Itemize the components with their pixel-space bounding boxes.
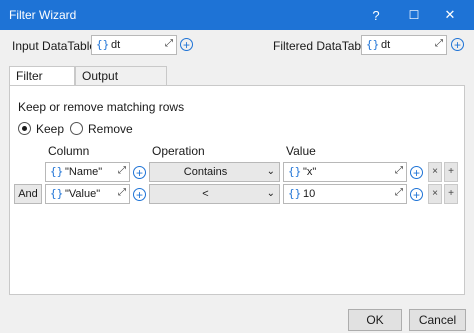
window-title: Filter Wizard (9, 8, 77, 22)
input-datatable-value: dt (111, 39, 121, 51)
row2-operation-value: < (202, 188, 209, 200)
remove-row-button[interactable]: × (428, 162, 442, 182)
row2-column-field[interactable]: {} "Value" ⤢ (45, 184, 130, 204)
expression-icon: {} (288, 187, 302, 200)
filtered-datatable-field[interactable]: {} dt ⤢ (361, 35, 447, 55)
expand-icon[interactable]: ⤢ (395, 187, 403, 198)
expand-icon[interactable]: ⤢ (435, 38, 443, 49)
expand-icon[interactable]: ⤢ (118, 187, 126, 198)
keep-radio[interactable] (18, 122, 31, 135)
mode-label: Keep or remove matching rows (18, 100, 185, 114)
column-header: Column (48, 144, 90, 158)
add-variable-icon[interactable]: + (410, 188, 423, 201)
row1-value-field[interactable]: {} "x" ⤢ (283, 162, 407, 182)
row1-column-value: "Name" (65, 166, 103, 178)
title-bar: Filter Wizard ? ☐ ✕ (0, 0, 474, 30)
add-variable-icon[interactable]: + (133, 166, 146, 179)
add-variable-icon[interactable]: + (410, 166, 423, 179)
chevron-down-icon: ⌄ (266, 188, 275, 199)
input-datatable-field[interactable]: {} dt ⤢ (91, 35, 177, 55)
expression-icon: {} (366, 38, 380, 51)
tab-output-columns[interactable]: Output Columns (75, 66, 167, 97)
chevron-down-icon: ⌄ (266, 166, 275, 177)
maximize-button[interactable]: ☐ (397, 0, 431, 30)
input-datatable-label: Input DataTable (12, 39, 97, 53)
expression-icon: {} (50, 165, 64, 178)
add-variable-icon[interactable]: + (451, 38, 464, 51)
row1-column-field[interactable]: {} "Name" ⤢ (45, 162, 130, 182)
keep-label[interactable]: Keep (36, 122, 64, 136)
remove-row-button[interactable]: × (428, 184, 442, 204)
value-header: Value (286, 144, 316, 158)
remove-radio[interactable] (70, 122, 83, 135)
row1-operation-value: Contains (183, 166, 228, 178)
row2-operation-select[interactable]: < ⌄ (149, 184, 280, 204)
tab-filter-rows[interactable]: Filter Rows (9, 66, 75, 97)
row2-column-value: "Value" (65, 188, 101, 200)
row2-value-field[interactable]: {} 10 ⤢ (283, 184, 407, 204)
operation-header: Operation (152, 144, 205, 158)
expand-icon[interactable]: ⤢ (118, 165, 126, 176)
close-button[interactable]: ✕ (433, 0, 467, 30)
add-row-button[interactable]: + (444, 184, 458, 204)
add-variable-icon[interactable]: + (180, 38, 193, 51)
expression-icon: {} (96, 38, 110, 51)
ok-button[interactable]: OK (348, 309, 402, 331)
expression-icon: {} (288, 165, 302, 178)
row2-value-value: 10 (303, 188, 316, 200)
row1-value-value: "x" (303, 166, 317, 178)
filter-rows-panel: Keep or remove matching rows Keep Remove… (9, 85, 465, 295)
row1-operation-select[interactable]: Contains ⌄ (149, 162, 280, 182)
expression-icon: {} (50, 187, 64, 200)
cancel-button[interactable]: Cancel (409, 309, 466, 331)
row2-conjunction[interactable]: And (14, 184, 42, 204)
remove-label[interactable]: Remove (88, 122, 133, 136)
add-variable-icon[interactable]: + (133, 188, 146, 201)
help-button[interactable]: ? (359, 0, 393, 30)
expand-icon[interactable]: ⤢ (165, 38, 173, 49)
add-row-button[interactable]: + (444, 162, 458, 182)
filtered-datatable-value: dt (381, 39, 391, 51)
dialog-footer: OK Cancel (0, 303, 474, 333)
expand-icon[interactable]: ⤢ (395, 165, 403, 176)
filtered-datatable-label: Filtered DataTable (273, 39, 371, 53)
